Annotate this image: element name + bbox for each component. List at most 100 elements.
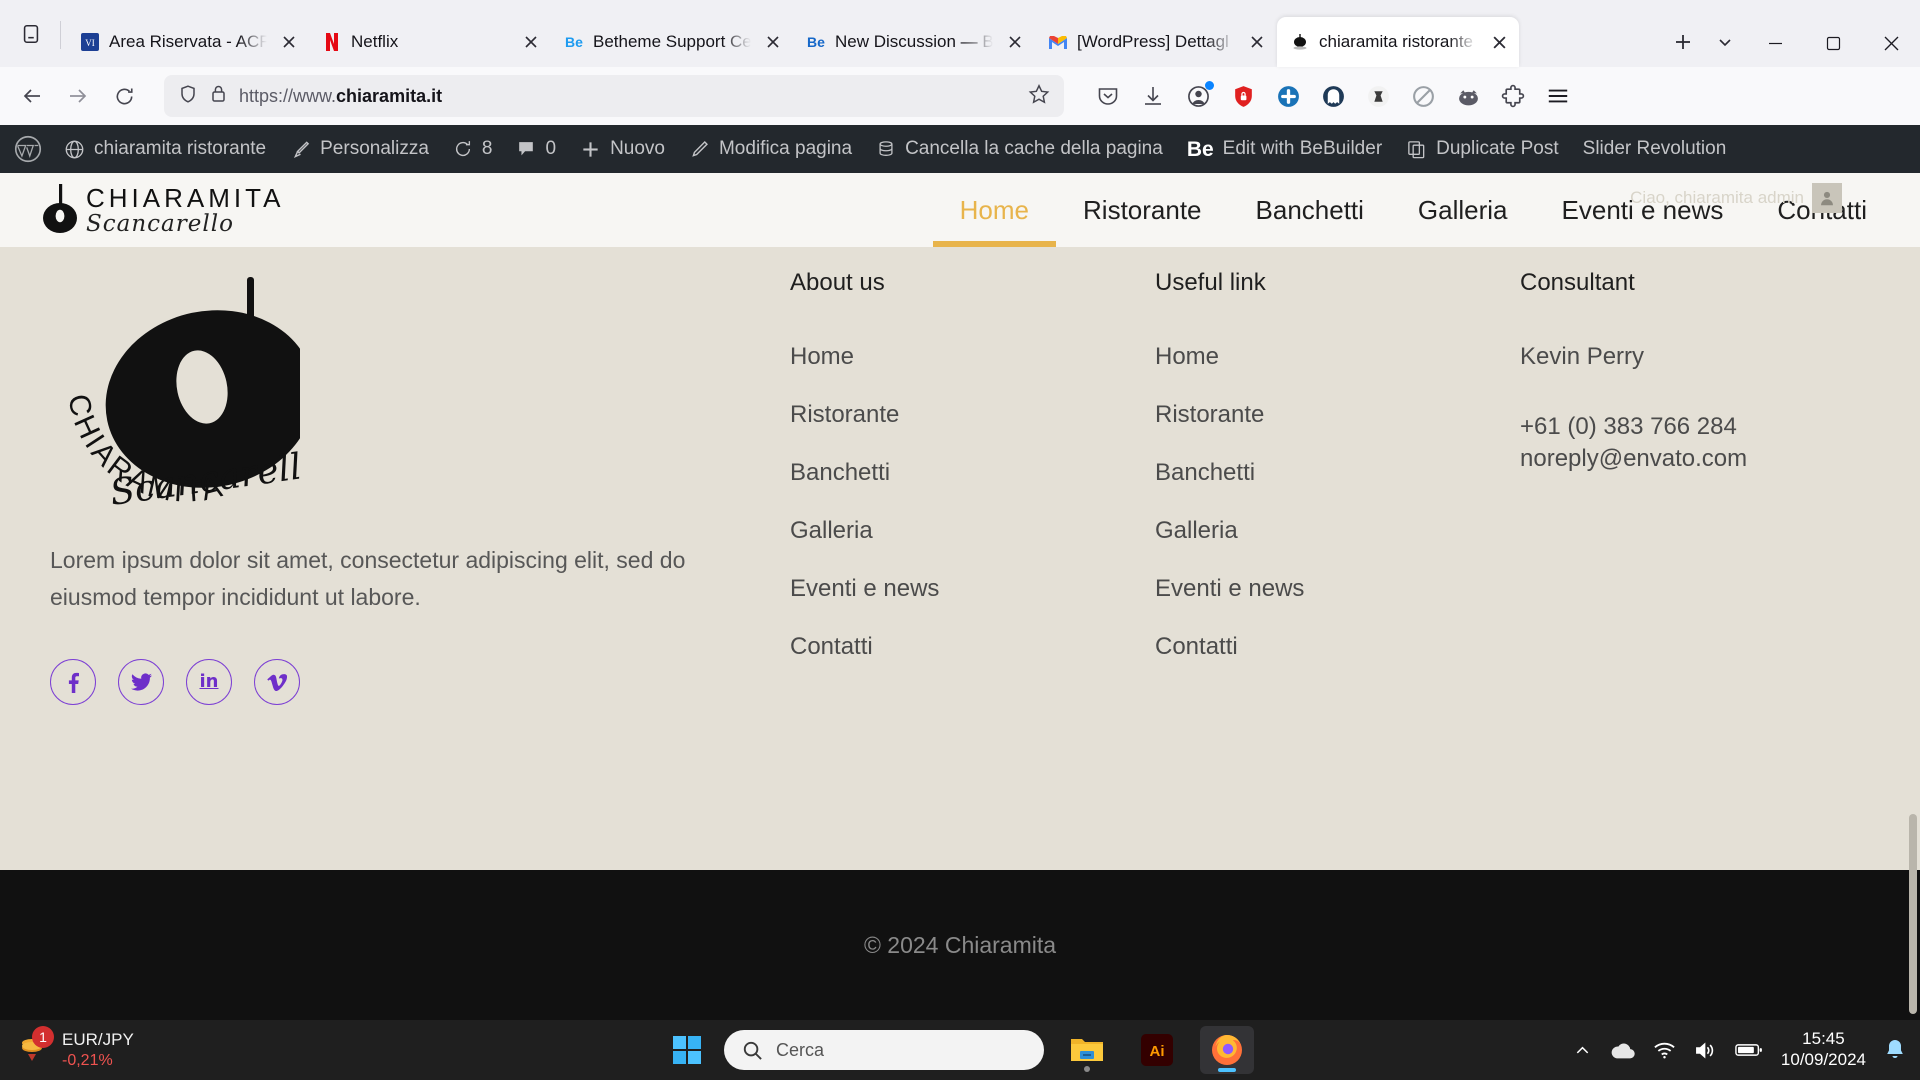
admin-greeting[interactable]: Ciao, chiaramita admin bbox=[1630, 183, 1842, 213]
close-button[interactable] bbox=[1862, 19, 1920, 67]
close-icon[interactable] bbox=[1244, 29, 1270, 55]
wpbar-item-modifica-pagina[interactable]: Modifica pagina bbox=[677, 125, 864, 173]
minimize-button[interactable] bbox=[1746, 19, 1804, 67]
wpbar-label: Edit with BeBuilder bbox=[1222, 138, 1383, 159]
close-icon[interactable] bbox=[518, 29, 544, 55]
close-icon[interactable] bbox=[1002, 29, 1028, 55]
wordpress-logo-icon[interactable] bbox=[10, 135, 52, 163]
list-all-tabs-button[interactable] bbox=[6, 9, 56, 59]
taskbar-widget-finance[interactable]: 1 EUR/JPY -0,21% bbox=[0, 1026, 134, 1070]
monkey-extension-icon[interactable] bbox=[1360, 78, 1396, 114]
reload-button[interactable] bbox=[102, 74, 146, 118]
footer-link[interactable]: Contatti bbox=[790, 633, 873, 660]
start-button[interactable] bbox=[666, 1029, 708, 1071]
browser-tab[interactable]: VI Area Riservata - ACF bbox=[67, 17, 309, 67]
close-icon[interactable] bbox=[760, 29, 786, 55]
wombat-extension-icon[interactable] bbox=[1450, 78, 1486, 114]
footer-link[interactable]: Banchetti bbox=[790, 459, 890, 486]
list-item: Contatti bbox=[1155, 633, 1520, 661]
nav-item-galleria[interactable]: Galleria bbox=[1391, 173, 1535, 247]
lock-icon[interactable] bbox=[210, 84, 227, 108]
navigation-toolbar: https://www.chiaramita.it bbox=[0, 67, 1920, 125]
facebook-icon[interactable] bbox=[50, 658, 96, 705]
browser-tab-active[interactable]: chiaramita ristorante bbox=[1277, 17, 1519, 67]
consultant-email[interactable]: noreply@envato.com bbox=[1520, 443, 1885, 475]
list-item: Ristorante bbox=[790, 401, 1155, 429]
ghostery-extension-icon[interactable] bbox=[1315, 78, 1351, 114]
update-icon bbox=[453, 139, 473, 159]
vimeo-icon[interactable] bbox=[254, 658, 300, 705]
battery-icon[interactable] bbox=[1735, 1042, 1763, 1058]
extensions-puzzle-icon[interactable] bbox=[1495, 78, 1531, 114]
browser-tab[interactable]: [WordPress] Dettagl bbox=[1035, 17, 1277, 67]
footer-link[interactable]: Ristorante bbox=[1155, 401, 1264, 428]
firefox-icon[interactable] bbox=[1200, 1026, 1254, 1074]
bookmark-star-icon[interactable] bbox=[1028, 83, 1050, 110]
consultant-phone[interactable]: +61 (0) 383 766 284 bbox=[1520, 411, 1885, 443]
app-menu-icon[interactable] bbox=[1540, 78, 1576, 114]
bluebutton-extension-icon[interactable] bbox=[1270, 78, 1306, 114]
wpbar-item-personalizza[interactable]: Personalizza bbox=[278, 125, 441, 173]
footer-link[interactable]: Contatti bbox=[1155, 633, 1238, 660]
system-tray: 15:45 10/09/2024 bbox=[1574, 1029, 1906, 1070]
wpbar-item-cache[interactable]: Cancella la cache della pagina bbox=[864, 125, 1175, 173]
footer-link[interactable]: Home bbox=[790, 343, 854, 370]
onedrive-cloud-icon[interactable] bbox=[1609, 1041, 1635, 1060]
close-icon[interactable] bbox=[276, 29, 302, 55]
adblock-extension-icon[interactable] bbox=[1405, 78, 1441, 114]
scrollbar-thumb[interactable] bbox=[1909, 814, 1917, 1014]
footer-link[interactable]: Banchetti bbox=[1155, 459, 1255, 486]
forward-button[interactable] bbox=[56, 74, 100, 118]
currency-pair: EUR/JPY bbox=[62, 1030, 134, 1050]
footer-link[interactable]: Eventi e news bbox=[1155, 575, 1304, 602]
password-manager-icon[interactable] bbox=[1225, 78, 1261, 114]
linkedin-icon[interactable]: in bbox=[186, 658, 232, 705]
footer-link[interactable]: Galleria bbox=[1155, 517, 1238, 544]
show-hidden-icons-chevron-icon[interactable] bbox=[1574, 1042, 1591, 1059]
twitter-icon[interactable] bbox=[118, 658, 164, 705]
wpbar-item-bebuilder[interactable]: Be Edit with BeBuilder bbox=[1175, 125, 1394, 173]
footer-bottom-bar: © 2024 Chiaramita bbox=[0, 870, 1920, 1020]
coins-icon: 1 bbox=[18, 1026, 54, 1067]
wpbar-item-site[interactable]: chiaramita ristorante bbox=[52, 125, 278, 173]
footer-link[interactable]: Galleria bbox=[790, 517, 873, 544]
close-icon[interactable] bbox=[1486, 29, 1512, 55]
footer-link[interactable]: Ristorante bbox=[790, 401, 899, 428]
account-notification-dot bbox=[1205, 81, 1214, 90]
nav-item-ristorante[interactable]: Ristorante bbox=[1056, 173, 1229, 247]
wpbar-item-duplicate-post[interactable]: Duplicate Post bbox=[1394, 125, 1571, 173]
shield-icon[interactable] bbox=[178, 84, 198, 109]
wpbar-item-updates[interactable]: 8 bbox=[441, 125, 505, 173]
footer-link[interactable]: Home bbox=[1155, 343, 1219, 370]
page-scrollbar[interactable] bbox=[1906, 173, 1920, 1020]
footer-link[interactable]: Eventi e news bbox=[790, 575, 939, 602]
account-icon[interactable] bbox=[1180, 78, 1216, 114]
taskbar-clock[interactable]: 15:45 10/09/2024 bbox=[1781, 1029, 1866, 1070]
browser-tab[interactable]: Netflix bbox=[309, 17, 551, 67]
wpbar-item-comments[interactable]: 0 bbox=[504, 125, 568, 173]
chevron-down-icon[interactable] bbox=[1704, 21, 1746, 63]
address-bar[interactable]: https://www.chiaramita.it bbox=[164, 75, 1064, 117]
nav-item-banchetti[interactable]: Banchetti bbox=[1229, 173, 1391, 247]
file-explorer-icon[interactable] bbox=[1060, 1026, 1114, 1074]
back-button[interactable] bbox=[10, 74, 54, 118]
notification-bell-icon[interactable] bbox=[1884, 1038, 1906, 1062]
browser-tab[interactable]: Be Betheme Support Ce bbox=[551, 17, 793, 67]
pocket-icon[interactable] bbox=[1090, 78, 1126, 114]
footer-link-list: Home Ristorante Banchetti Galleria Event… bbox=[1155, 343, 1520, 661]
download-icon[interactable] bbox=[1135, 78, 1171, 114]
maximize-button[interactable] bbox=[1804, 19, 1862, 67]
website-viewport: CHIARAMITA Scancarello Home Ristorante B… bbox=[0, 173, 1920, 1020]
new-tab-button[interactable] bbox=[1662, 21, 1704, 63]
nav-item-home[interactable]: Home bbox=[932, 173, 1057, 247]
wifi-icon[interactable] bbox=[1653, 1041, 1676, 1060]
browser-tab[interactable]: Be New Discussion — B bbox=[793, 17, 1035, 67]
wpbar-item-nuovo[interactable]: Nuovo bbox=[568, 125, 677, 173]
site-logo[interactable]: CHIARAMITA Scancarello bbox=[38, 182, 284, 238]
illustrator-icon[interactable]: Ai bbox=[1130, 1026, 1184, 1074]
footer-column-consultant: Consultant Kevin Perry +61 (0) 383 766 2… bbox=[1520, 269, 1885, 843]
volume-icon[interactable] bbox=[1694, 1041, 1717, 1060]
svg-text:Be: Be bbox=[807, 34, 825, 50]
wpbar-item-slider-revolution[interactable]: Slider Revolution bbox=[1571, 125, 1739, 173]
taskbar-search-input[interactable]: Cerca bbox=[724, 1030, 1044, 1070]
